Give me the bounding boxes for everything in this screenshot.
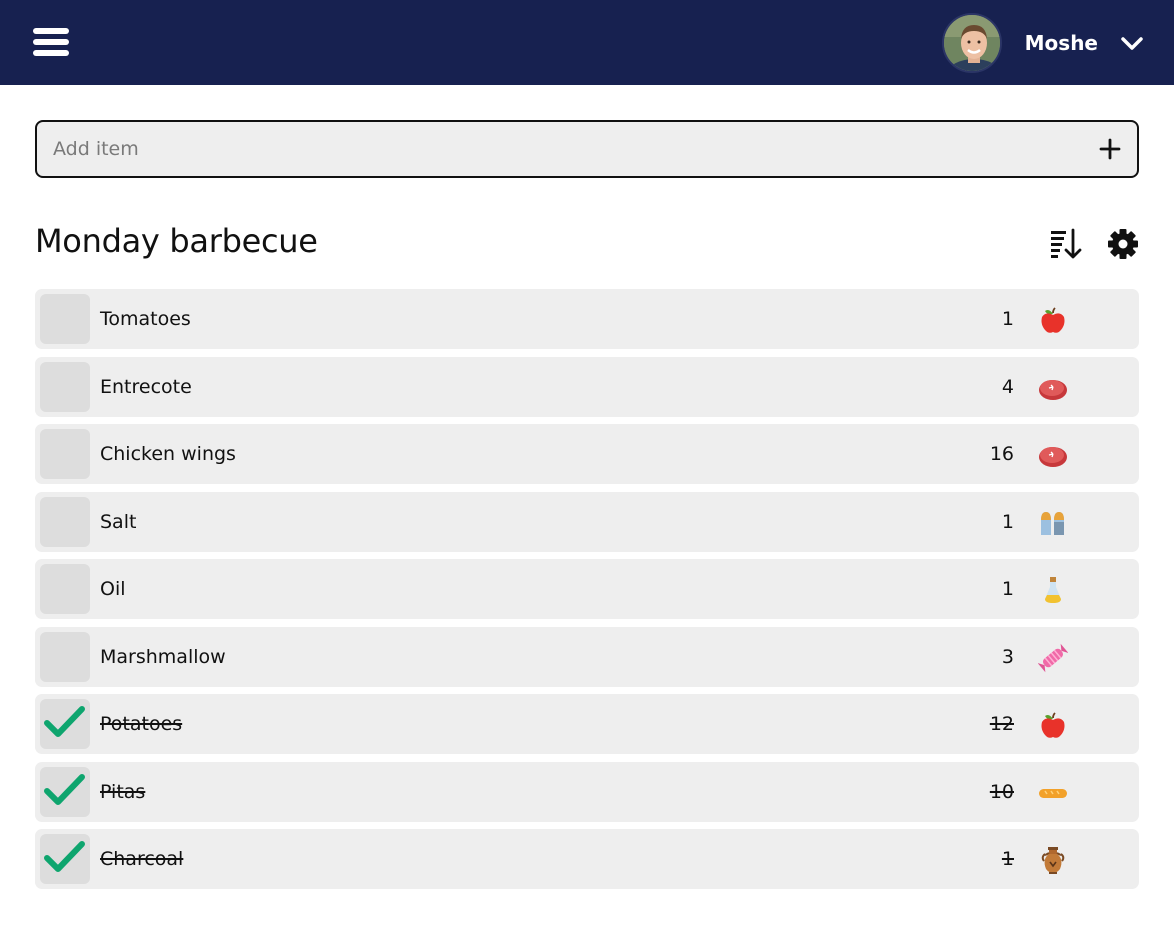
item-checkbox[interactable] [40, 632, 90, 682]
apple-icon [1041, 712, 1065, 738]
item-checkbox[interactable] [40, 699, 90, 749]
apple-icon [1041, 307, 1065, 333]
checkmark-icon [44, 841, 85, 872]
item-name: Chicken wings [100, 443, 236, 465]
list-item[interactable]: Pitas 10 [35, 762, 1139, 822]
plus-icon[interactable] [1097, 136, 1123, 162]
item-name: Pitas [100, 781, 146, 803]
item-name: Oil [100, 578, 126, 600]
list-item[interactable]: Entrecote 4 [35, 357, 1139, 417]
item-name: Entrecote [100, 376, 192, 398]
item-quantity: 4 [1001, 376, 1014, 398]
item-name: Salt [100, 511, 137, 533]
item-name: Marshmallow [100, 646, 226, 668]
candy-icon [1038, 643, 1068, 673]
user-menu[interactable]: Moshe [941, 13, 1144, 73]
item-checkbox[interactable] [40, 362, 90, 412]
item-checkbox[interactable] [40, 767, 90, 817]
item-quantity: 12 [989, 713, 1014, 735]
item-quantity: 1 [1001, 308, 1014, 330]
checkmark-icon [44, 706, 85, 737]
list-item[interactable]: Marshmallow 3 [35, 627, 1139, 687]
bread-icon [1039, 789, 1067, 798]
hamburger-menu-icon[interactable] [33, 28, 69, 56]
item-name: Tomatoes [100, 308, 191, 330]
item-checkbox[interactable] [40, 834, 90, 884]
username[interactable]: Moshe [1025, 31, 1098, 55]
meat-icon [1039, 447, 1067, 467]
list-title: Monday barbecue [35, 222, 318, 260]
list-item[interactable]: Charcoal 1 [35, 829, 1139, 889]
item-quantity: 1 [1001, 848, 1014, 870]
list-item[interactable]: Oil 1 [35, 559, 1139, 619]
list-item[interactable]: Chicken wings 16 [35, 424, 1139, 484]
amphora-icon [1041, 847, 1065, 874]
item-checkbox[interactable] [40, 429, 90, 479]
meat-icon [1039, 380, 1067, 400]
list-item[interactable]: Salt 1 [35, 492, 1139, 552]
item-quantity: 1 [1001, 511, 1014, 533]
item-checkbox[interactable] [40, 564, 90, 614]
add-item-field [35, 120, 1139, 178]
sort-icon[interactable] [1048, 226, 1084, 262]
item-checkbox[interactable] [40, 497, 90, 547]
gear-icon[interactable] [1107, 228, 1139, 260]
item-name: Charcoal [100, 848, 184, 870]
chevron-down-icon[interactable] [1120, 31, 1144, 55]
list-item[interactable]: Tomatoes 1 [35, 289, 1139, 349]
item-quantity: 10 [989, 781, 1014, 803]
top-bar: Moshe [0, 0, 1174, 85]
add-item-input[interactable] [53, 122, 1053, 176]
item-quantity: 1 [1001, 578, 1014, 600]
checkmark-icon [44, 774, 85, 805]
item-checkbox[interactable] [40, 294, 90, 344]
salt-shaker-icon [1041, 512, 1064, 535]
item-quantity: 16 [989, 443, 1014, 465]
item-quantity: 3 [1001, 646, 1014, 668]
list-item[interactable]: Potatoes 12 [35, 694, 1139, 754]
oil-bottle-icon [1045, 577, 1061, 603]
avatar[interactable] [941, 13, 1002, 73]
item-name: Potatoes [100, 713, 183, 735]
